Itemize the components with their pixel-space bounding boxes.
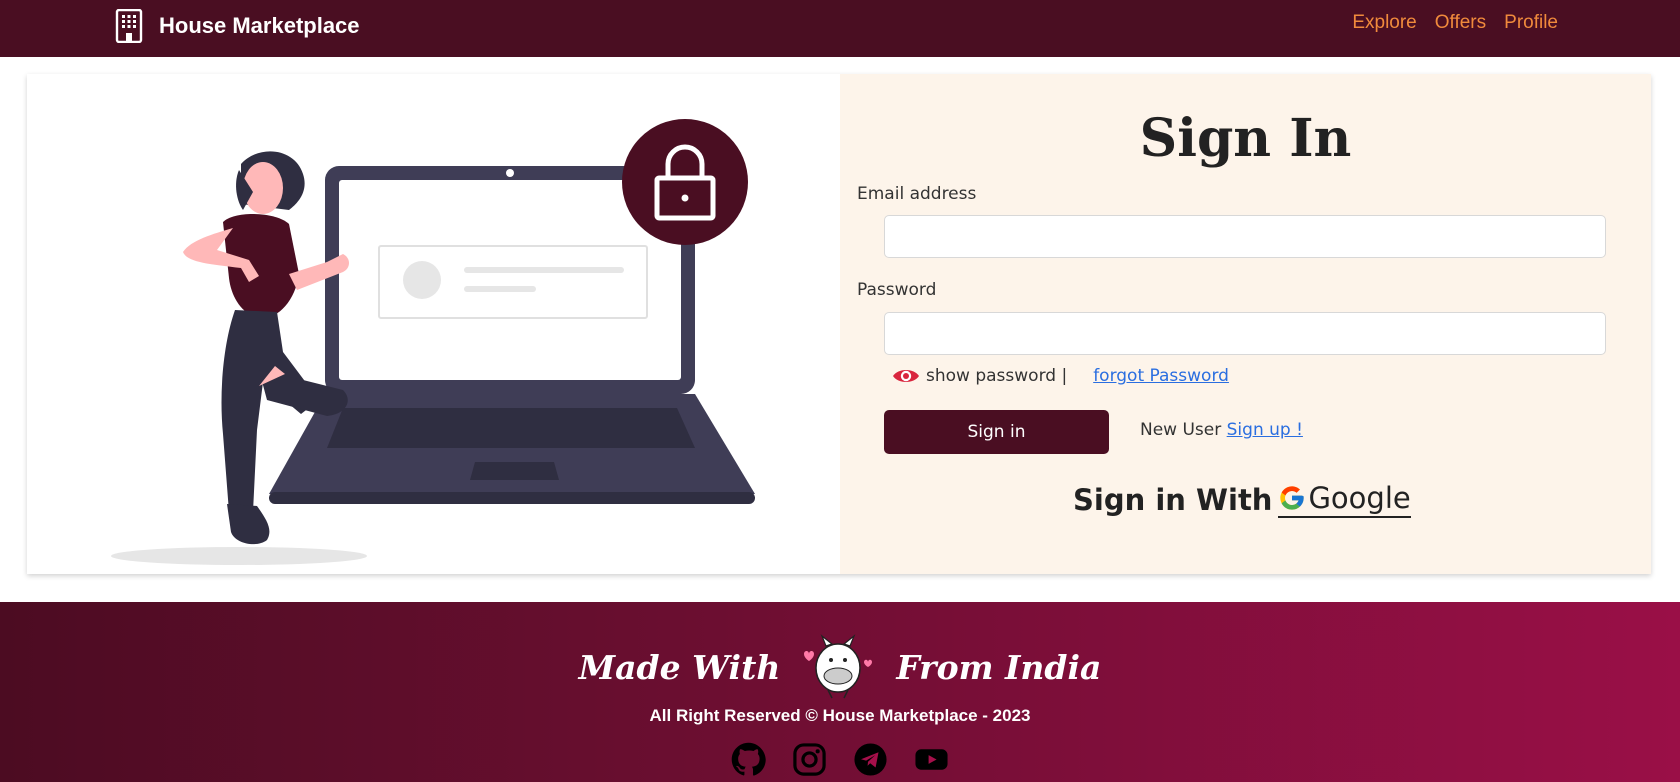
- new-user-row: New User Sign up !: [1140, 420, 1303, 440]
- navbar: House Marketplace Explore Offers Profile: [0, 0, 1680, 57]
- brand-title: House Marketplace: [159, 13, 360, 38]
- login-illustration: [111, 119, 755, 565]
- google-signin-row: Sign in With Google: [1073, 481, 1411, 518]
- illustration-panel: [27, 74, 840, 574]
- building-icon: [115, 9, 143, 43]
- youtube-icon[interactable]: [914, 742, 949, 777]
- made-with-text: Made With: [578, 647, 781, 687]
- nav-links: Explore Offers Profile: [1352, 12, 1558, 34]
- footer: Made With From India All Right Reserved …: [0, 602, 1680, 782]
- forgot-password-link[interactable]: forgot Password: [1093, 366, 1229, 386]
- github-icon[interactable]: [731, 742, 766, 777]
- signup-link[interactable]: Sign up !: [1227, 420, 1303, 440]
- password-options: show password | forgot Password: [892, 366, 1229, 386]
- mascot-heart-icon: [804, 634, 873, 699]
- instagram-icon[interactable]: [792, 742, 827, 777]
- from-india-text: From India: [896, 647, 1102, 687]
- new-user-label: New User: [1140, 420, 1222, 440]
- password-input[interactable]: [884, 312, 1606, 355]
- google-signin-button[interactable]: Google: [1278, 481, 1411, 518]
- telegram-icon[interactable]: [853, 742, 888, 777]
- signin-button[interactable]: Sign in: [884, 410, 1109, 454]
- nav-link-offers[interactable]: Offers: [1435, 12, 1486, 34]
- social-links: [0, 742, 1680, 777]
- page-title: Sign In: [1139, 108, 1352, 169]
- email-label: Email address: [857, 184, 977, 204]
- made-with-row: Made With From India: [0, 632, 1680, 702]
- google-label: Google: [1308, 481, 1411, 515]
- brand[interactable]: House Marketplace: [115, 9, 360, 43]
- eye-icon[interactable]: [892, 366, 920, 386]
- copyright-text: All Right Reserved © House Marketplace -…: [649, 706, 1031, 725]
- email-input[interactable]: [884, 215, 1606, 258]
- nav-link-profile[interactable]: Profile: [1504, 12, 1558, 34]
- google-icon: [1280, 486, 1305, 510]
- google-signin-prefix: Sign in With: [1073, 482, 1273, 517]
- nav-link-explore[interactable]: Explore: [1352, 12, 1416, 34]
- password-label: Password: [857, 280, 937, 300]
- show-password-toggle[interactable]: show password |: [926, 366, 1067, 386]
